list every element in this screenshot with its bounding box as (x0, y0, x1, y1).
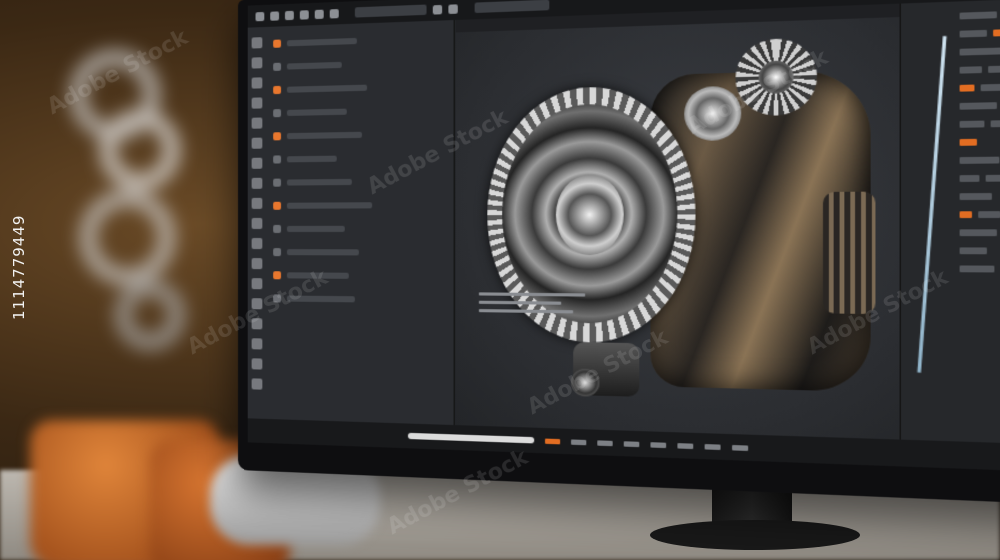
panel-row[interactable] (273, 29, 447, 52)
row-icon (273, 201, 281, 209)
row-icon (273, 132, 281, 140)
viewport-note (479, 292, 597, 319)
panel-row[interactable] (273, 172, 447, 191)
tool-icon[interactable] (252, 338, 263, 349)
monitor (238, 0, 1000, 506)
main-gear-hub (556, 174, 624, 255)
toolbar-icon[interactable] (285, 10, 294, 19)
panel-row[interactable] (273, 196, 447, 214)
cad-screen (248, 0, 1000, 473)
tool-icon[interactable] (252, 37, 263, 48)
tool-icon[interactable] (252, 278, 263, 289)
tool-icon[interactable] (252, 298, 263, 309)
toolbar-icon[interactable] (256, 11, 265, 20)
row-value-bar (287, 272, 349, 279)
row-value-bar (287, 295, 355, 302)
tool-icon[interactable] (252, 178, 263, 189)
blurred-ring (80, 190, 175, 285)
row-icon (273, 248, 281, 256)
tool-icon[interactable] (252, 138, 263, 149)
toolbar-icon[interactable] (330, 9, 339, 19)
toolbar-icon[interactable] (315, 9, 324, 18)
tool-icon[interactable] (252, 258, 263, 269)
tool-icon[interactable] (252, 77, 263, 88)
tool-icon[interactable] (252, 378, 263, 389)
tool-icon[interactable] (252, 97, 263, 108)
row-value-bar (287, 61, 342, 69)
tool-icon[interactable] (252, 198, 263, 209)
tool-icon[interactable] (252, 158, 263, 169)
tool-icon[interactable] (252, 218, 263, 229)
accent-line (917, 36, 946, 373)
timeline-marker[interactable] (650, 442, 666, 448)
row-value-bar (287, 131, 362, 138)
3d-viewport[interactable] (456, 4, 900, 440)
row-icon (273, 294, 281, 302)
row-value-bar (287, 202, 372, 209)
tool-icon[interactable] (252, 57, 263, 68)
row-value-bar (287, 37, 357, 45)
row-icon (273, 155, 281, 163)
panel-row[interactable] (273, 219, 447, 237)
mount-ring (571, 368, 599, 396)
blurred-ring (100, 110, 180, 190)
panel-row[interactable] (273, 266, 447, 285)
tool-icon[interactable] (252, 117, 263, 128)
panel-row[interactable] (273, 100, 447, 121)
toolbar-icon[interactable] (270, 11, 279, 20)
toolbar-icon[interactable] (448, 4, 457, 14)
row-icon (273, 109, 281, 117)
row-icon (273, 62, 281, 70)
timeline-marker[interactable] (597, 440, 612, 446)
timeline-marker[interactable] (677, 443, 693, 449)
tool-column (252, 37, 266, 399)
panel-rows (254, 29, 448, 309)
panel-row[interactable] (273, 76, 447, 98)
panel-row[interactable] (273, 289, 447, 308)
stock-id: 1114779449 (10, 215, 28, 320)
timeline-marker[interactable] (571, 439, 586, 445)
toolbar-icon[interactable] (433, 4, 442, 14)
panel-row[interactable] (273, 243, 447, 261)
tool-icon[interactable] (252, 358, 263, 369)
outliner-panel (900, 0, 1000, 446)
timeline-marker[interactable] (705, 443, 721, 449)
row-value-bar (287, 249, 359, 255)
row-value-bar (287, 225, 345, 231)
timeline-marker[interactable] (624, 441, 640, 447)
row-value-bar (287, 108, 347, 115)
row-icon (273, 224, 281, 232)
row-value-bar (287, 155, 337, 162)
blurred-ring (115, 280, 185, 350)
tool-icon[interactable] (252, 238, 263, 249)
panel-row[interactable] (273, 148, 447, 168)
toolbar-field[interactable] (475, 0, 550, 13)
timeline-marker[interactable] (545, 438, 560, 444)
panel-row[interactable] (273, 124, 447, 144)
row-icon (273, 39, 281, 47)
panel-row[interactable] (273, 52, 447, 75)
tool-icon[interactable] (252, 318, 263, 329)
properties-panel (248, 20, 455, 425)
timeline-marker[interactable] (732, 444, 748, 450)
row-icon (273, 271, 281, 279)
monitor-base (650, 520, 860, 550)
row-icon (273, 85, 281, 93)
background-decor (60, 40, 200, 360)
row-value-bar (287, 178, 352, 185)
cooling-fins (823, 192, 875, 314)
toolbar-icon[interactable] (300, 10, 309, 19)
timeline-scrubber[interactable] (408, 433, 534, 444)
row-value-bar (287, 84, 367, 92)
row-icon (273, 178, 281, 186)
toolbar-field[interactable] (355, 5, 427, 18)
gear-assembly-model[interactable] (487, 35, 894, 437)
